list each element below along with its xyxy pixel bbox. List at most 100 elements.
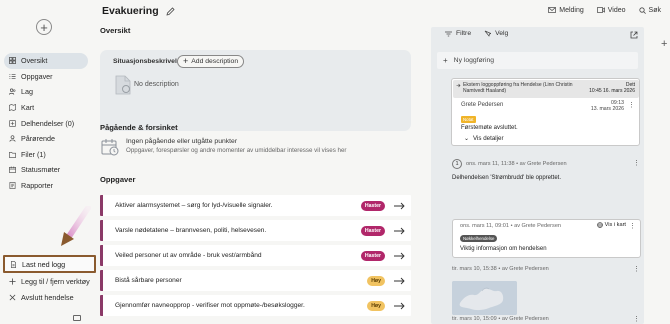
globe-icon: [596, 222, 603, 228]
task-row[interactable]: Gjennomfør navneopprop - verifiser mot o…: [100, 295, 411, 316]
more-options-icon[interactable]: ⋮: [628, 101, 635, 109]
priority-badge: Høy: [367, 275, 385, 286]
sidebar-item-label: Delhendelser (0): [21, 118, 75, 128]
sidebar-item-statusmoter[interactable]: Statusmøter: [4, 162, 88, 178]
page-title: Evakuering: [102, 5, 175, 17]
log-entry-header: tir. mars 10, 15:38 • av Grete Pedersen: [452, 266, 549, 272]
message-label: Melding: [559, 6, 584, 14]
external-log-entry[interactable]: Ekstern loggoppføring fra Hendelse (Linn…: [451, 78, 640, 146]
entry-meta: tir. mars 10, 15:38 • av Grete Pedersen: [452, 266, 549, 272]
mail-icon: [548, 7, 557, 13]
sidebar-item-label: Kart: [21, 103, 35, 113]
filter-button[interactable]: Filtre: [445, 30, 471, 37]
entry-meta: ons. mars 11, 11:38 • av Grete Pedersen: [466, 161, 567, 167]
message-button[interactable]: Melding: [548, 7, 584, 14]
sidebar-item-oppgaver[interactable]: Oppgaver: [4, 69, 88, 85]
sidebar-bottom: Legg til / fjern verktøy Avslutt hendels…: [4, 274, 96, 305]
report-icon: [9, 182, 16, 189]
sidebar-item-label: Oversikt: [21, 56, 48, 66]
sidebar-item-label: Filer (1): [21, 149, 46, 159]
more-options-icon[interactable]: ⋮: [633, 265, 640, 273]
filter-label: Filtre: [456, 30, 472, 37]
situation-card: Situasjonsbeskrivelse + Add description …: [100, 50, 411, 131]
filter-icon: [445, 31, 452, 36]
map-thumbnail[interactable]: [452, 281, 517, 315]
show-on-map-label: Vis i kart: [604, 222, 626, 228]
main-content: Evakuering Oversikt Situasjonsbeskrivels…: [94, 0, 424, 324]
app: + Oversikt Oppgaver Lag Kart Delhendelse…: [0, 0, 670, 324]
sidebar-item-filer[interactable]: Filer (1): [4, 147, 88, 163]
sidebar-item-label: Oppgaver: [21, 71, 53, 81]
task-text: Aktiver alarmsystemet – sørg for lyd-/vi…: [115, 202, 273, 209]
collapse-sidebar-icon[interactable]: [73, 315, 81, 321]
key-event-tag: Nøkkelhendelse: [460, 235, 498, 242]
external-source-icon: [456, 83, 461, 88]
sidebar-item-rapporter[interactable]: Rapporter: [4, 178, 88, 194]
situation-label: Situasjonsbeskrivelse: [113, 58, 185, 65]
more-options-icon[interactable]: ⋮: [633, 315, 640, 323]
add-remove-tools-label: Legg til / fjern verktøy: [21, 277, 90, 287]
select-button[interactable]: Velg: [484, 30, 508, 37]
tasks-title: Oppgaver: [100, 175, 136, 184]
more-options-icon[interactable]: ⋮: [633, 159, 640, 167]
entry-text: Delhendelsen 'Strømbrudd' ble opprettet.: [452, 175, 562, 181]
search-icon: [638, 6, 646, 14]
video-button[interactable]: Video: [596, 7, 626, 14]
new-log-entry-input[interactable]: + Ny loggføring: [437, 52, 638, 69]
select-icon: [484, 30, 492, 37]
more-options-icon[interactable]: ⋮: [629, 222, 636, 230]
search-label: Søk: [648, 6, 661, 14]
sidebar-item-delhendelser[interactable]: Delhendelser (0): [4, 115, 88, 131]
sidebar: + Oversikt Oppgaver Lag Kart Delhendelse…: [0, 0, 96, 324]
sidebar-item-label: Rapporter: [21, 181, 53, 191]
add-panel-icon[interactable]: +: [661, 38, 667, 50]
priority-badge: Haster: [360, 250, 385, 261]
checklist-icon: [9, 73, 16, 79]
task-text: Bistå sårbare personer: [115, 277, 182, 284]
arrow-right-icon[interactable]: [394, 202, 405, 210]
edit-icon[interactable]: [166, 6, 175, 16]
pending-empty-title: Ingen pågående eller utgåtte punkter: [126, 138, 238, 145]
entry-meta: tir. mars 10, 15:09 • av Grete Pedersen: [452, 316, 549, 322]
arrow-right-icon[interactable]: [394, 277, 405, 285]
entry-author: Grete Pedersen: [461, 102, 504, 108]
external-source-text: Ekstern loggoppføring fra Hendelse (Linn…: [463, 82, 573, 94]
subevent-icon: [9, 119, 16, 127]
end-event-button[interactable]: Avslutt hendelse: [4, 290, 96, 306]
new-button[interactable]: +: [36, 19, 52, 35]
plus-icon: +: [183, 56, 189, 66]
add-remove-tools-button[interactable]: Legg til / fjern verktøy: [4, 274, 96, 290]
chevron-down-icon: ⌄: [464, 136, 470, 142]
external-link-icon[interactable]: [630, 31, 638, 39]
task-row[interactable]: Veiled personer ut av område - bruk vest…: [100, 245, 411, 266]
log-column: Melding Video Søk Filtre Velg + Ny loggf…: [424, 0, 670, 324]
sidebar-item-lag[interactable]: Lag: [4, 84, 88, 100]
calendar-check-icon: [101, 139, 119, 156]
show-on-map-button[interactable]: Vis i kart: [596, 222, 626, 228]
search-button[interactable]: Søk: [638, 6, 661, 14]
plus-icon: [9, 278, 16, 285]
add-description-button[interactable]: + Add description: [177, 55, 245, 68]
task-row[interactable]: Varsle nødetatene – brannvesen, politi, …: [100, 220, 411, 241]
download-log-button[interactable]: Last ned logg: [3, 255, 96, 273]
task-row[interactable]: Bistå sårbare personer Høy: [100, 270, 411, 291]
key-log-entry[interactable]: ons. mars 11, 09:01 • av Grete Pedersen …: [452, 219, 641, 258]
sidebar-item-label: Pårørende: [21, 134, 55, 144]
task-row[interactable]: Aktiver alarmsystemet – sørg for lyd-/vi…: [100, 195, 411, 216]
arrow-right-icon[interactable]: [394, 227, 405, 235]
top-actions: Melding Video Søk: [424, 0, 670, 20]
sidebar-item-parorende[interactable]: Pårørende: [4, 131, 88, 147]
arrow-right-icon[interactable]: [394, 302, 405, 310]
task-text: Varsle nødetatene – brannvesen, politi, …: [115, 227, 267, 234]
priority-badge: Haster: [360, 200, 385, 211]
plus-icon: +: [443, 56, 448, 65]
map-image: [452, 281, 517, 315]
sidebar-item-kart[interactable]: Kart: [4, 100, 88, 116]
external-org: Dett 10:45 16. mars 2026: [589, 82, 635, 94]
sidebar-item-oversikt[interactable]: Oversikt: [4, 53, 88, 69]
entry-text: Førstemøte avsluttet.: [461, 125, 518, 131]
show-details-button[interactable]: ⌄ Vis detaljer: [464, 135, 504, 142]
arrow-right-icon[interactable]: [394, 252, 405, 260]
log-entry-header: tir. mars 10, 15:09 • av Grete Pedersen: [452, 316, 549, 322]
org-time: 10:45 16. mars 2026: [589, 88, 635, 94]
